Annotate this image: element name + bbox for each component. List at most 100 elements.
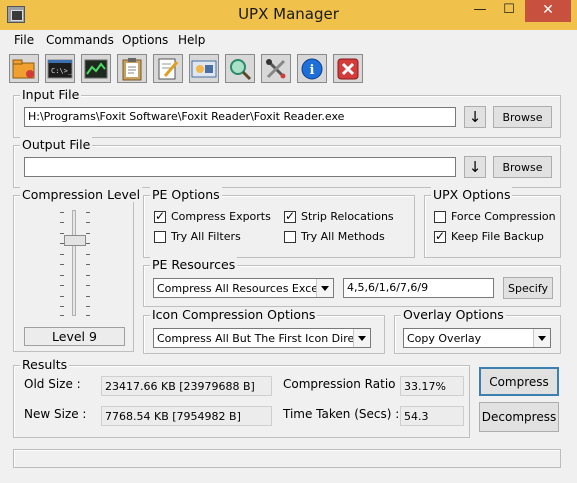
try-all-methods-label: Try All Methods bbox=[301, 230, 385, 243]
pe-resources-mode-value: Compress All Resources Except bbox=[157, 282, 330, 295]
edit-document-icon bbox=[158, 58, 179, 79]
close-window-button[interactable]: ✕ bbox=[525, 0, 571, 22]
try-all-filters-checkbox[interactable]: Try All Filters bbox=[154, 230, 241, 243]
strip-relocations-label: Strip Relocations bbox=[301, 210, 394, 223]
keep-file-backup-label: Keep File Backup bbox=[451, 230, 544, 243]
menu-commands[interactable]: Commands bbox=[46, 33, 114, 47]
slider-tick bbox=[86, 315, 90, 316]
title-bar[interactable]: UPX Manager — ☐ ✕ bbox=[0, 0, 577, 30]
minimize-button[interactable]: — bbox=[467, 0, 493, 22]
slider-tick bbox=[86, 233, 90, 234]
specify-button[interactable]: Specify bbox=[503, 277, 553, 299]
slider-tick bbox=[60, 285, 64, 286]
compress-exports-checkbox[interactable]: Compress Exports bbox=[154, 209, 271, 223]
force-compression-label: Force Compression bbox=[451, 210, 556, 223]
compression-ratio-value: 33.17% bbox=[400, 376, 464, 396]
slider-tick bbox=[86, 254, 90, 255]
output-browse-button[interactable]: Browse bbox=[493, 156, 552, 178]
time-taken-value: 54.3 bbox=[400, 406, 464, 426]
checkbox-box[interactable] bbox=[154, 209, 166, 223]
strip-relocations-checkbox[interactable]: Strip Relocations bbox=[284, 209, 394, 223]
folder-open-icon bbox=[12, 59, 35, 78]
info-icon: i bbox=[301, 58, 323, 79]
pe-resources-mode-select[interactable]: Compress All Resources Except bbox=[153, 278, 334, 298]
try-all-filters-label: Try All Filters bbox=[171, 230, 241, 243]
open-file-button[interactable] bbox=[9, 54, 39, 83]
icon-compression-select[interactable]: Compress All But The First Icon Director… bbox=[153, 328, 371, 348]
icon-compression-value: Compress All But The First Icon Director… bbox=[157, 332, 371, 345]
slider-tick bbox=[60, 264, 64, 265]
slider-tick bbox=[60, 212, 64, 213]
checkbox-box[interactable] bbox=[284, 209, 296, 223]
input-file-label: Input File bbox=[20, 87, 82, 102]
input-file-field[interactable]: H:\Programs\Foxit Software\Foxit Reader\… bbox=[24, 107, 456, 127]
edit-document-button[interactable] bbox=[153, 54, 183, 83]
menu-file[interactable]: File bbox=[14, 33, 34, 47]
slider-tick bbox=[60, 296, 64, 297]
old-size-label: Old Size : bbox=[24, 377, 81, 391]
slider-tick bbox=[60, 275, 64, 276]
chevron-down-icon[interactable] bbox=[533, 329, 550, 347]
close-icon bbox=[337, 58, 359, 79]
force-compression-checkbox[interactable]: Force Compression bbox=[434, 210, 556, 223]
input-browse-button[interactable]: Browse bbox=[493, 106, 552, 128]
clipboard-button[interactable] bbox=[117, 54, 147, 83]
compression-level-slider[interactable] bbox=[64, 235, 86, 246]
icon-compression-label: Icon Compression Options bbox=[150, 307, 318, 322]
exit-button[interactable] bbox=[333, 54, 363, 83]
output-file-history-button[interactable]: ↓ bbox=[464, 156, 486, 178]
overlay-options-select[interactable]: Copy Overlay bbox=[403, 328, 551, 348]
checkbox-box[interactable] bbox=[434, 229, 446, 243]
slider-tick bbox=[60, 315, 64, 316]
compress-button[interactable]: Compress bbox=[479, 367, 559, 396]
chart-button[interactable] bbox=[81, 54, 111, 83]
overlay-options-value: Copy Overlay bbox=[407, 332, 482, 345]
slider-tick bbox=[86, 212, 90, 213]
tools-button[interactable] bbox=[261, 54, 291, 83]
compression-level-track[interactable] bbox=[72, 210, 76, 316]
compression-level-value: Level 9 bbox=[24, 327, 125, 346]
chart-icon bbox=[84, 59, 108, 78]
slider-tick bbox=[86, 275, 90, 276]
tools-icon bbox=[266, 58, 286, 78]
pe-resources-label: PE Resources bbox=[150, 257, 238, 272]
toolbar: C:\>_ i bbox=[0, 52, 577, 86]
time-taken-label: Time Taken (Secs) : bbox=[283, 407, 400, 421]
decompress-button[interactable]: Decompress bbox=[479, 402, 559, 432]
menu-options[interactable]: Options bbox=[122, 33, 168, 47]
slider-tick bbox=[86, 222, 90, 223]
chevron-down-icon[interactable] bbox=[353, 329, 370, 347]
checkbox-box[interactable] bbox=[154, 230, 166, 243]
script-button[interactable] bbox=[189, 54, 219, 83]
slider-tick bbox=[86, 264, 90, 265]
about-button[interactable]: i bbox=[297, 54, 327, 83]
clipboard-icon bbox=[122, 57, 142, 80]
slider-tick bbox=[60, 306, 64, 307]
old-size-value: 23417.66 KB [23979688 B] bbox=[101, 376, 272, 396]
output-file-field[interactable] bbox=[24, 157, 456, 177]
output-file-label: Output File bbox=[20, 137, 93, 152]
pe-resources-except-field[interactable]: 4,5,6/1,6/7,6/9 bbox=[343, 278, 494, 298]
checkbox-box[interactable] bbox=[434, 210, 446, 223]
search-icon bbox=[230, 58, 252, 80]
search-button[interactable] bbox=[225, 54, 255, 83]
pe-options-label: PE Options bbox=[150, 187, 222, 202]
slider-tick bbox=[86, 243, 90, 244]
svg-text:i: i bbox=[310, 63, 315, 78]
keep-file-backup-checkbox[interactable]: Keep File Backup bbox=[434, 229, 544, 243]
slider-tick bbox=[86, 285, 90, 286]
chevron-down-icon[interactable] bbox=[316, 279, 333, 297]
try-all-methods-checkbox[interactable]: Try All Methods bbox=[284, 230, 385, 243]
svg-text:C:\>_: C:\>_ bbox=[51, 67, 73, 75]
slider-tick bbox=[60, 254, 64, 255]
menu-help[interactable]: Help bbox=[178, 33, 205, 47]
command-prompt-icon: C:\>_ bbox=[47, 59, 73, 78]
maximize-button[interactable]: ☐ bbox=[496, 0, 522, 22]
compression-level-label: Compression Level bbox=[20, 187, 143, 202]
input-file-history-button[interactable]: ↓ bbox=[464, 106, 486, 128]
checkbox-box[interactable] bbox=[284, 230, 296, 243]
results-label: Results bbox=[20, 357, 70, 372]
slider-tick bbox=[60, 222, 64, 223]
compress-exports-label: Compress Exports bbox=[171, 210, 271, 223]
command-prompt-button[interactable]: C:\>_ bbox=[45, 54, 75, 83]
